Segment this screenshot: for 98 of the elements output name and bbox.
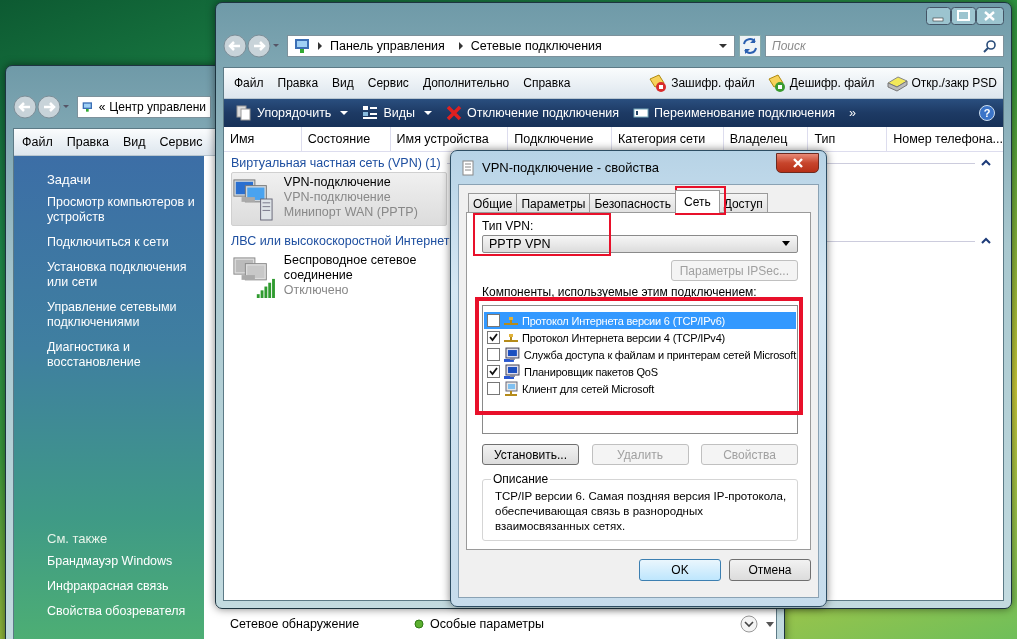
network-icon <box>82 99 93 115</box>
search-field[interactable]: Поиск <box>765 35 1004 57</box>
checkbox[interactable] <box>487 365 500 379</box>
properties-icon <box>462 159 474 176</box>
status-dot-icon <box>413 619 424 629</box>
collapse-icon[interactable] <box>981 237 991 245</box>
description-text: TCP/IP версии 6. Самая поздняя версия IP-протокола, обеспечивающая связь в разнородных взаимосвязанных сетях. <box>495 489 787 534</box>
column-header[interactable]: Номер телефона... <box>887 127 1003 151</box>
toolbar-button[interactable]: Зашифр. файл <box>646 73 757 93</box>
sidebar-heading: См. также <box>47 531 109 546</box>
task-link[interactable]: Просмотр компьютеров и устройств <box>47 195 196 225</box>
menu-item[interactable]: Файл <box>22 135 53 149</box>
caret-icon <box>424 110 432 116</box>
command-button[interactable]: Отключение подключения <box>442 105 624 121</box>
dialog-button[interactable]: Отмена <box>729 559 811 581</box>
group-header[interactable]: ЛВС или высокоскоростной Интернет <box>231 234 450 248</box>
dialog-button[interactable]: OK <box>639 559 721 581</box>
expand-icon[interactable] <box>740 615 758 633</box>
drive-icon <box>886 74 909 92</box>
status-value: Особые параметры <box>429 617 544 631</box>
dropdown-arrow-icon[interactable] <box>718 42 728 50</box>
search-icon <box>983 39 997 53</box>
component-item[interactable]: Планировщик пакетов QoS <box>484 363 796 381</box>
command-button[interactable]: Переименование подключения <box>629 106 839 120</box>
close-icon <box>791 157 804 168</box>
group-header[interactable]: Виртуальная частная сеть (VPN) (1) <box>231 156 441 170</box>
connection-item[interactable]: VPN-подключение VPN-подключение Минипорт WAN (PPTP) <box>231 172 447 226</box>
checkbox[interactable] <box>487 382 500 396</box>
menu-item[interactable]: Сервис <box>367 76 409 90</box>
computer-icon <box>503 363 521 380</box>
task-link[interactable]: Установка подключения или сети <box>47 260 196 290</box>
status-label: Сетевое обнаружение <box>229 617 361 631</box>
connection-name: Беспроводное сетевое соединение <box>283 253 418 283</box>
breadcrumb-item[interactable]: Центр управлени <box>109 100 206 114</box>
connection-detail: Минипорт WAN (PPTP) <box>283 205 419 220</box>
toolbar-button[interactable]: Дешифр. файл <box>764 73 877 93</box>
computer-icon <box>503 346 521 363</box>
column-header[interactable]: Имя <box>224 127 302 151</box>
connection-detail: Отключено <box>283 283 350 298</box>
scroll-arrow-icon[interactable] <box>764 619 776 629</box>
network-icon <box>294 38 310 54</box>
tab[interactable]: Сеть <box>675 190 720 213</box>
connection-item[interactable]: Беспроводное сетевое соединение Отключено <box>231 250 447 304</box>
menu-item[interactable]: Вид <box>332 76 354 90</box>
window-controls-icon[interactable] <box>926 7 1004 27</box>
task-link[interactable]: Диагностика и восстановление <box>47 340 196 370</box>
dialog-title: VPN-подключение - свойства <box>482 160 659 175</box>
component-item[interactable]: Служба доступа к файлам и принтерам сетей Microsoft <box>484 346 796 364</box>
menu-item[interactable]: Правка <box>66 135 109 149</box>
menu-item[interactable]: Дополнительно <box>422 76 510 90</box>
close-icon <box>446 105 462 121</box>
views-icon <box>362 105 379 121</box>
component-button[interactable]: Установить... <box>482 444 579 465</box>
breadcrumb-chevron: « <box>98 100 106 114</box>
rename-icon <box>633 107 650 119</box>
collapse-icon[interactable] <box>981 159 991 167</box>
column-header[interactable]: Состояние <box>301 127 391 151</box>
menu-item[interactable]: Правка <box>277 76 319 90</box>
breadcrumb-arrow-icon[interactable] <box>316 41 324 51</box>
component-item[interactable]: Клиент для сетей Microsoft <box>484 380 796 398</box>
checkbox[interactable] <box>487 348 500 362</box>
protocol-icon <box>503 331 519 344</box>
field-label: Тип VPN: <box>482 219 535 233</box>
menu-item[interactable]: Справка <box>523 76 571 90</box>
help-button[interactable]: ? <box>979 105 995 121</box>
menu-item[interactable]: Файл <box>234 76 264 90</box>
tab[interactable]: Параметры <box>516 193 591 213</box>
checkbox[interactable] <box>487 331 500 345</box>
address-bar[interactable]: Панель управления Сетевые подключения <box>287 35 735 57</box>
menu-item[interactable]: Вид <box>122 135 146 149</box>
sidebar-heading: Задачи <box>47 172 92 187</box>
list-label: Компоненты, используемые этим подключением: <box>482 285 758 300</box>
connection-detail: VPN-подключение <box>283 190 392 205</box>
task-link[interactable]: Подключиться к сети <box>47 235 196 250</box>
vpn-type-dropdown[interactable]: PPTP VPN <box>482 235 798 254</box>
task-link[interactable]: Управление сетевыми подключениями <box>47 300 196 330</box>
component-item[interactable]: Протокол Интернета версии 4 (TCP/IPv4) <box>484 329 796 347</box>
command-button[interactable]: Упорядочить <box>232 105 353 121</box>
breadcrumb-arrow-icon[interactable] <box>456 41 465 51</box>
pages-icon <box>236 105 252 121</box>
breadcrumb-item[interactable]: Сетевые подключения <box>470 39 602 53</box>
caret-icon <box>340 110 349 116</box>
menu-item[interactable]: Сервис <box>159 135 203 149</box>
toolbar-button[interactable]: Откр./закр PSD <box>884 74 999 92</box>
group-legend: Описание <box>491 472 551 486</box>
tab[interactable]: Общие <box>468 193 518 213</box>
address-bar[interactable]: « Центр управлени <box>77 96 211 118</box>
client-computer-icon <box>503 380 519 397</box>
protocol-icon <box>503 314 519 327</box>
close-button[interactable] <box>776 152 819 173</box>
refresh-icon[interactable] <box>739 35 761 57</box>
breadcrumb-item[interactable]: Панель управления <box>330 39 445 53</box>
checkbox[interactable] <box>487 314 500 328</box>
dropdown-arrow-icon <box>781 241 791 248</box>
more-button[interactable]: » <box>844 106 860 120</box>
command-button[interactable]: Виды <box>358 105 436 121</box>
tab[interactable]: Безопасность <box>589 193 676 213</box>
connection-name: VPN-подключение <box>283 175 392 190</box>
